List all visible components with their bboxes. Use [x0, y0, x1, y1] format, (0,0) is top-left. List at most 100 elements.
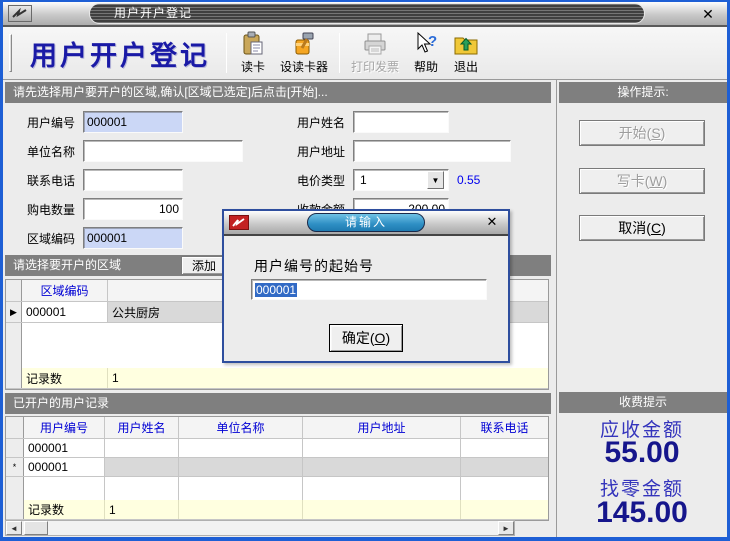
marker-column-header: [6, 280, 22, 301]
records-table-footer: 记录数 1: [6, 500, 548, 520]
dialog-title: 请输入: [307, 213, 425, 232]
user-name-row: 用户姓名: [297, 111, 449, 133]
exit-button[interactable]: 退出: [448, 30, 484, 76]
chevron-down-icon[interactable]: ▼: [427, 171, 444, 189]
user-name-field[interactable]: [353, 111, 449, 133]
receivable-amount: 55.00: [557, 436, 727, 470]
records-table: 用户编号 用户姓名 单位名称 用户地址 联系电话 000001 * 000001: [5, 416, 549, 521]
main-content: 请先选择用户要开户的区域,确认[区域已选定]后点击[开始]... 用户编号 单位…: [3, 80, 727, 539]
price-type-row: 电价类型 1 ▼ 0.55: [297, 169, 480, 191]
phone-label: 联系电话: [27, 172, 83, 189]
scroll-left-icon[interactable]: ◄: [6, 521, 22, 535]
user-address-row: 用户地址: [297, 140, 511, 162]
user-id-column-header[interactable]: 用户编号: [24, 417, 105, 438]
area-code-field[interactable]: [83, 227, 183, 249]
ok-button[interactable]: 确定(O): [329, 324, 403, 352]
setup-reader-icon: [291, 31, 317, 57]
user-address-column-header[interactable]: 用户地址: [303, 417, 461, 438]
toolbar-separator: [339, 33, 340, 73]
user-name-column-header[interactable]: 用户姓名: [105, 417, 179, 438]
phone-field[interactable]: [83, 169, 183, 191]
add-area-button[interactable]: 添加: [181, 256, 227, 275]
exit-icon: [453, 31, 479, 57]
help-label: 帮助: [414, 58, 438, 75]
toolbar-grip: [9, 34, 12, 72]
print-invoice-icon: [362, 31, 388, 57]
title-bar: 用户开户登记 ✕: [3, 2, 727, 27]
user-id-cell[interactable]: 000001: [24, 458, 105, 476]
scrollbar-thumb[interactable]: [24, 521, 48, 535]
ops-panel-header: 操作提示:: [559, 82, 727, 103]
unit-name-column-header[interactable]: 单位名称: [179, 417, 303, 438]
user-name-label: 用户姓名: [297, 114, 353, 131]
records-section-header: 已开户的用户记录: [5, 393, 551, 414]
app-window: 用户开户登记 ✕ 用户开户登记 读卡: [0, 0, 730, 541]
phone-column-header[interactable]: 联系电话: [461, 417, 548, 438]
page-title: 用户开户登记: [30, 34, 210, 73]
read-card-button[interactable]: 读卡: [235, 30, 271, 76]
close-icon[interactable]: ✕: [699, 5, 717, 23]
area-code-column-header[interactable]: 区域编码: [22, 280, 108, 301]
unit-name-field[interactable]: [83, 140, 243, 162]
print-invoice-label: 打印发票: [351, 58, 399, 75]
price-type-value: 1: [357, 173, 427, 187]
unit-name-label: 单位名称: [27, 143, 83, 160]
cancel-button[interactable]: 取消(C): [579, 215, 705, 241]
current-row-marker: ▶: [6, 302, 22, 322]
table-row[interactable]: 000001: [6, 439, 548, 458]
app-logo-icon: [8, 5, 32, 22]
table-row[interactable]: * 000001: [6, 458, 548, 477]
input-dialog: 请输入 ✕ 用户编号的起始号 000001 确定(O): [222, 209, 510, 363]
area-section-title: 请选择要开户的区域: [13, 258, 121, 272]
price-type-label: 电价类型: [297, 172, 353, 189]
area-code-label: 区域编码: [27, 230, 83, 247]
help-button[interactable]: ? 帮助: [408, 30, 444, 76]
area-code-cell[interactable]: 000001: [22, 302, 108, 322]
user-id-label: 用户编号: [27, 114, 83, 131]
dialog-logo-icon: [229, 215, 249, 230]
purchase-qty-field[interactable]: [83, 198, 183, 220]
dialog-prompt-label: 用户编号的起始号: [254, 256, 374, 276]
instruction-header: 请先选择用户要开户的区域,确认[区域已选定]后点击[开始]...: [5, 82, 551, 103]
purchase-qty-label: 购电数量: [27, 201, 83, 218]
window-title: 用户开户登记: [89, 3, 645, 24]
charge-panel-header: 收费提示: [559, 392, 727, 413]
record-count-label: 记录数: [24, 500, 105, 519]
marker-column-header: [6, 417, 24, 438]
row-marker: [6, 439, 24, 457]
dialog-title-bar: 请输入 ✕: [224, 211, 508, 236]
area-table-footer: 记录数 1: [6, 368, 548, 389]
setup-reader-button[interactable]: 设读卡器: [275, 30, 333, 76]
side-panel: 操作提示: 开始(S) 写卡(W) 取消(C) 收费提示 应收金额 55.00 …: [556, 80, 727, 539]
record-count-value: 1: [108, 368, 548, 388]
records-table-header-row: 用户编号 用户姓名 单位名称 用户地址 联系电话: [6, 417, 548, 439]
price-type-select[interactable]: 1 ▼: [353, 169, 449, 191]
price-rate-value: 0.55: [457, 173, 480, 187]
toolbar: 用户开户登记 读卡 设读卡器: [3, 27, 727, 80]
help-icon: ?: [413, 31, 439, 57]
new-row-marker: *: [6, 458, 24, 476]
read-card-label: 读卡: [241, 58, 265, 75]
selected-input-text: 000001: [255, 283, 297, 297]
user-id-row: 用户编号: [27, 111, 183, 133]
empty-table-area: [6, 477, 548, 500]
exit-label: 退出: [454, 58, 478, 75]
scroll-right-icon[interactable]: ►: [498, 521, 514, 535]
print-invoice-button: 打印发票: [346, 30, 404, 76]
horizontal-scrollbar[interactable]: ◄ ►: [5, 520, 515, 536]
phone-row: 联系电话: [27, 169, 183, 191]
area-code-row: 区域编码: [27, 227, 183, 249]
change-amount: 145.00: [557, 496, 727, 530]
user-address-label: 用户地址: [297, 143, 353, 160]
start-number-input[interactable]: 000001: [251, 279, 487, 300]
toolbar-separator: [226, 33, 227, 73]
user-id-field[interactable]: [83, 111, 183, 133]
user-id-cell[interactable]: 000001: [24, 439, 105, 457]
user-address-field[interactable]: [353, 140, 511, 162]
write-card-button: 写卡(W): [579, 168, 705, 194]
start-button: 开始(S): [579, 120, 705, 146]
read-card-icon: [240, 31, 266, 57]
record-count-label: 记录数: [22, 368, 108, 388]
purchase-qty-row: 购电数量: [27, 198, 183, 220]
close-icon[interactable]: ✕: [484, 214, 500, 230]
